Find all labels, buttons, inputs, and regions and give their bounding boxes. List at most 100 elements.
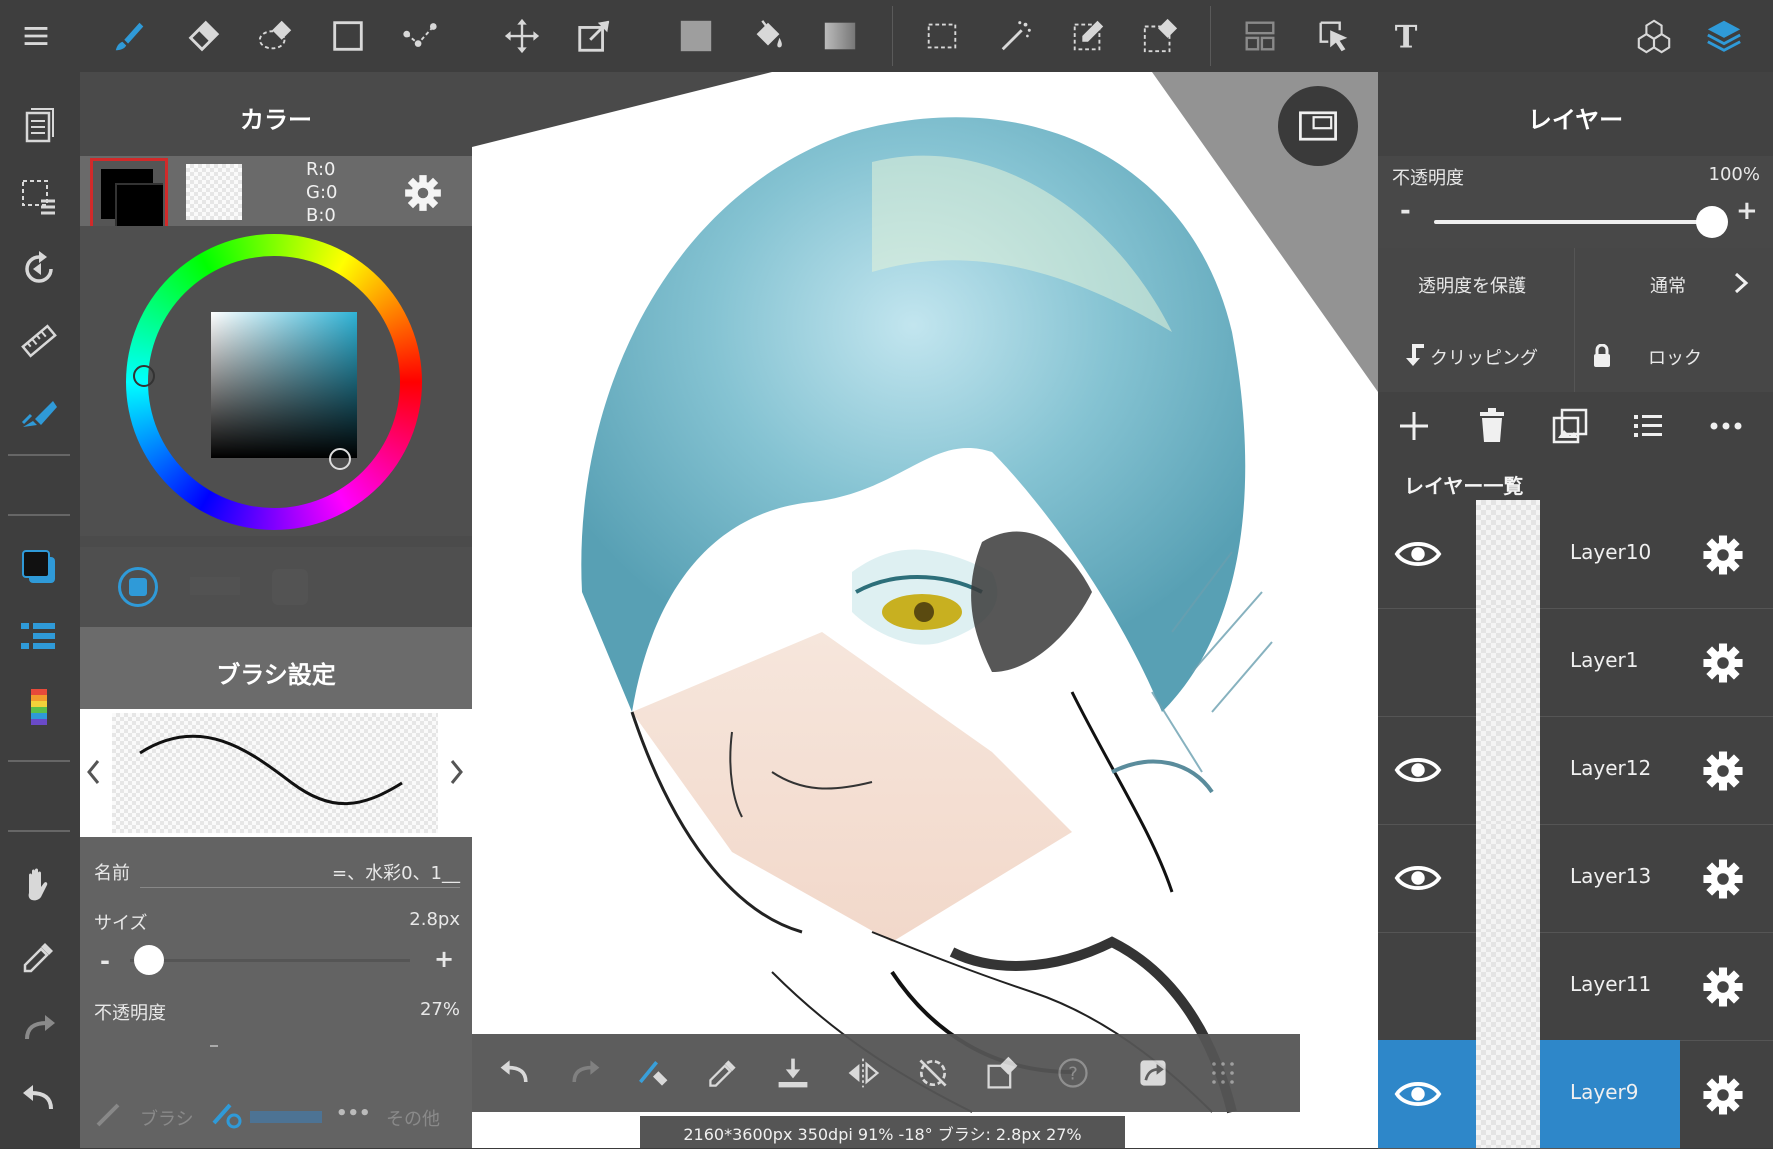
- layer-settings-gear-icon[interactable]: [1700, 856, 1746, 902]
- layer-thumbnail[interactable]: [1476, 932, 1540, 1040]
- lasso-eraser-icon[interactable]: [254, 14, 298, 58]
- secondary-color-swatch[interactable]: [186, 164, 242, 220]
- next-brush-chevron-icon[interactable]: [446, 757, 466, 787]
- redo-button-icon[interactable]: [560, 1048, 610, 1098]
- add-layer-icon[interactable]: [1394, 406, 1434, 446]
- hue-picker-handle[interactable]: [133, 365, 155, 387]
- layer-settings-gear-icon[interactable]: [1700, 640, 1746, 686]
- eyedropper-button-icon[interactable]: [698, 1048, 748, 1098]
- panel-layout-icon[interactable]: [1238, 14, 1282, 58]
- layer-row[interactable]: Layer11: [1378, 932, 1773, 1041]
- grid-dots-icon[interactable]: [1198, 1048, 1248, 1098]
- more-options-icon[interactable]: [1706, 406, 1746, 446]
- layer-thumbnail[interactable]: [1476, 824, 1540, 932]
- layer-settings-gear-icon[interactable]: [1700, 532, 1746, 578]
- hand-tool-icon[interactable]: [14, 860, 64, 910]
- menu-icon[interactable]: [14, 14, 58, 58]
- layer-settings-gear-icon[interactable]: [1700, 1072, 1746, 1118]
- visibility-hidden-icon[interactable]: [1388, 960, 1448, 1012]
- layers-icon[interactable]: [1702, 14, 1746, 58]
- opacity-slider-track[interactable]: [210, 1045, 218, 1047]
- size-minus-button[interactable]: -: [100, 947, 110, 975]
- selection-menu-icon[interactable]: [14, 172, 64, 222]
- sv-picker-handle[interactable]: [329, 448, 351, 470]
- layer-opacity-minus[interactable]: -: [1400, 196, 1411, 226]
- move-tool-icon[interactable]: [500, 14, 544, 58]
- visibility-eye-icon[interactable]: [1388, 744, 1448, 796]
- brush-eraser-toggle-icon[interactable]: [628, 1048, 678, 1098]
- lock-icon[interactable]: [1592, 343, 1612, 368]
- redo-icon[interactable]: [14, 1004, 64, 1054]
- brush-settings-tab-icon[interactable]: [210, 1099, 244, 1129]
- navigator-toggle-icon[interactable]: [1278, 86, 1358, 166]
- undo-icon[interactable]: [14, 1074, 64, 1124]
- size-plus-button[interactable]: +: [434, 945, 454, 973]
- layer-row[interactable]: Layer10: [1378, 500, 1773, 609]
- layer-list-icon[interactable]: [1628, 406, 1668, 446]
- brush-list-icon[interactable]: [14, 612, 64, 662]
- text-tool-icon[interactable]: T: [1384, 14, 1428, 58]
- layer-row[interactable]: Layer9: [1378, 1040, 1743, 1149]
- ruler-icon[interactable]: [14, 316, 64, 366]
- eraser-tool-icon[interactable]: [180, 14, 224, 58]
- gradient-tool-icon[interactable]: [818, 14, 862, 58]
- layer-thumbnail[interactable]: [1476, 716, 1540, 824]
- document-icon[interactable]: [14, 100, 64, 150]
- blend-mode-chevron-icon[interactable]: [1728, 270, 1752, 296]
- size-slider-handle[interactable]: [134, 945, 164, 975]
- prev-brush-chevron-icon[interactable]: [84, 757, 104, 787]
- flip-horizontal-icon[interactable]: [838, 1048, 888, 1098]
- layer-thumbnail[interactable]: [1476, 1040, 1540, 1148]
- brush-settings-tab-label[interactable]: [250, 1111, 322, 1123]
- history-mode-tab[interactable]: [272, 569, 308, 605]
- color-palette-icon[interactable]: [14, 682, 64, 732]
- duplicate-layer-icon[interactable]: [1550, 406, 1590, 446]
- brush-name-value[interactable]: =、水彩0、1__: [310, 859, 460, 885]
- color-settings-gear-icon[interactable]: [402, 172, 444, 214]
- magic-wand-icon[interactable]: [994, 14, 1038, 58]
- help-icon[interactable]: ?: [1048, 1048, 1098, 1098]
- visibility-eye-icon[interactable]: [1388, 1068, 1448, 1120]
- stabilizer-pen-icon[interactable]: [14, 388, 64, 438]
- layer-row[interactable]: Layer1: [1378, 608, 1773, 717]
- brush-tool-icon[interactable]: [108, 14, 152, 58]
- layer-row[interactable]: Layer12: [1378, 716, 1773, 825]
- blend-mode-value[interactable]: 通常: [1650, 272, 1686, 298]
- rotate-reset-icon[interactable]: [908, 1048, 958, 1098]
- layer-row[interactable]: Layer13: [1378, 824, 1773, 933]
- layer-settings-gear-icon[interactable]: [1700, 748, 1746, 794]
- rotate-view-icon[interactable]: [14, 244, 64, 294]
- visibility-eye-icon[interactable]: [1388, 852, 1448, 904]
- transform-tool-icon[interactable]: [572, 14, 616, 58]
- saturation-value-square[interactable]: [211, 312, 357, 458]
- drawing-canvas[interactable]: [472, 72, 1378, 1148]
- color-wheel-mode-icon[interactable]: [118, 567, 158, 607]
- rgb-mode-tab[interactable]: [190, 577, 240, 595]
- brush-tab-label[interactable]: ブラシ: [140, 1105, 194, 1131]
- layer-opacity-slider-handle[interactable]: [1696, 206, 1728, 238]
- rectangle-tool-icon[interactable]: [326, 14, 370, 58]
- visibility-eye-icon[interactable]: [1388, 528, 1448, 580]
- clipping-button[interactable]: クリッピング: [1378, 318, 1575, 392]
- bucket-tool-icon[interactable]: [746, 14, 790, 58]
- select-eraser-icon[interactable]: [1138, 14, 1182, 58]
- eyedropper-icon[interactable]: [14, 932, 64, 982]
- layer-opacity-slider-track[interactable]: [1434, 220, 1714, 224]
- color-swatch-icon[interactable]: [14, 542, 64, 592]
- primary-color-swatch[interactable]: [90, 158, 168, 234]
- select-pen-icon[interactable]: [1066, 14, 1110, 58]
- other-tab-label[interactable]: その他: [386, 1105, 440, 1131]
- protect-alpha-button[interactable]: 透明度を保護: [1378, 248, 1575, 318]
- brush-tab-icon[interactable]: [94, 1099, 124, 1129]
- layer-opacity-plus[interactable]: +: [1736, 196, 1758, 226]
- delete-layer-icon[interactable]: [1472, 406, 1512, 446]
- select-rect-icon[interactable]: [920, 14, 964, 58]
- visibility-hidden-icon[interactable]: [1388, 636, 1448, 688]
- select-layer-cursor-icon[interactable]: [1312, 14, 1356, 58]
- layer-thumbnail[interactable]: [1476, 500, 1540, 608]
- polyline-tool-icon[interactable]: [398, 14, 442, 58]
- layer-thumbnail[interactable]: [1476, 608, 1540, 716]
- undo-button-icon[interactable]: [490, 1048, 540, 1098]
- size-slider-track[interactable]: [130, 959, 410, 962]
- fill-color-icon[interactable]: [674, 14, 718, 58]
